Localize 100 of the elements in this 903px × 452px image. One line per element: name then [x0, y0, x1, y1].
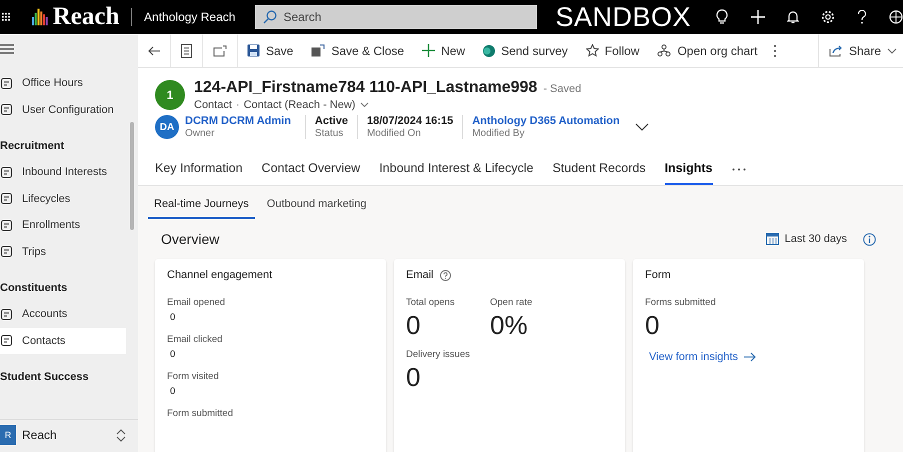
card-title: Email [406, 269, 434, 281]
settings-icon[interactable] [821, 10, 835, 24]
metric-value: 0 [170, 386, 176, 397]
nav-item-icon [0, 76, 13, 90]
arrow-right-icon [744, 352, 756, 362]
org-chart-icon [657, 44, 672, 57]
nav-item-icon [0, 192, 13, 206]
plus-icon [422, 44, 436, 57]
save-status: - Saved [543, 83, 582, 95]
record-avatar: 1 [155, 80, 185, 110]
environment-name[interactable]: Anthology Reach [144, 10, 236, 24]
area-badge: R [0, 425, 16, 445]
tab[interactable]: Contact Overview [262, 153, 360, 185]
separator-dot: · [236, 99, 240, 111]
field-link[interactable]: Anthology D365 Automation [472, 115, 620, 127]
metric-value: 0 [170, 312, 176, 323]
tab[interactable]: Key Information [155, 153, 243, 185]
metric-value: 0 [645, 310, 660, 341]
nav-item-icon [0, 334, 13, 348]
nav-group-heading: Student Success [0, 370, 90, 385]
record-title: 124-API_Firstname784 110-API_Lastname998 [194, 79, 538, 96]
command-button[interactable]: Save [238, 34, 302, 67]
bell-icon[interactable] [787, 10, 799, 24]
metric-label: Form visited [167, 371, 220, 382]
plus-icon[interactable] [751, 10, 765, 24]
nav-item[interactable]: User Configuration [0, 96, 126, 123]
metric-label: Form submitted [167, 408, 234, 419]
info-icon[interactable] [863, 232, 876, 246]
nav-item[interactable]: Contacts [0, 328, 126, 354]
survey-circle-icon [483, 44, 496, 56]
nav-item-icon [0, 245, 13, 258]
command-button[interactable]: New [413, 34, 474, 67]
sub-tab[interactable]: Outbound marketing [260, 194, 372, 219]
area-switcher[interactable]: R Reach [0, 419, 138, 450]
menu-icon[interactable] [0, 44, 14, 54]
document-icon [181, 44, 192, 58]
date-range-button[interactable]: Last 30 days [760, 232, 853, 246]
field-link[interactable]: DCRM DCRM Admin [185, 115, 291, 127]
metric-label: Forms submitted [645, 297, 717, 308]
field-value: Active [314, 115, 348, 127]
share-icon [828, 44, 843, 56]
share-button[interactable]: Share [818, 34, 903, 67]
metric-label: Delivery issues [406, 349, 471, 360]
nav-item[interactable]: Lifecycles [0, 186, 126, 212]
metric-label: Email clicked [167, 334, 224, 345]
field-label: Status [314, 128, 344, 139]
section-title: Overview [161, 231, 220, 247]
field-label: Modified By [472, 128, 526, 139]
view-insights-link[interactable]: View form insights [649, 351, 756, 363]
calendar-icon [766, 233, 779, 245]
metric-value: 0 [170, 349, 176, 360]
back-arrow-icon [148, 46, 160, 56]
tab[interactable]: Inbound Interest & Lifecycle [379, 153, 534, 185]
card-title: Channel engagement [167, 269, 272, 281]
nav-item[interactable]: Office Hours [0, 70, 126, 96]
nav-group-heading: Recruitment [0, 139, 66, 154]
nav-item-icon [0, 308, 13, 321]
nav-item-icon [0, 218, 13, 232]
metric-label: Open rate [490, 297, 534, 308]
chevron-down-icon [360, 102, 370, 108]
more-tabs-icon[interactable] [732, 168, 746, 170]
nav-item-icon [0, 103, 13, 116]
search-field[interactable]: Search [255, 5, 538, 29]
globe-icon[interactable] [889, 10, 903, 24]
metric-value: 0 [406, 310, 422, 341]
form-selector[interactable]: Contact (Reach - New) [244, 99, 370, 111]
save-close-icon [311, 44, 326, 57]
chevron-down-icon[interactable] [634, 123, 649, 131]
command-button[interactable]: Follow [576, 34, 648, 67]
more-options-icon[interactable] [772, 44, 777, 58]
nav-item[interactable]: Inbound Interests [0, 159, 126, 186]
nav-item[interactable]: Enrollments [0, 212, 126, 238]
entity-name: Contact [194, 99, 232, 111]
metric-label: Email opened [167, 297, 226, 308]
nav-group-heading: Constituents [0, 281, 68, 296]
scrollbar[interactable] [130, 122, 134, 230]
chevron-down-icon [887, 48, 897, 54]
command-button[interactable]: Send survey [474, 34, 577, 67]
field-value: 18/07/2024 16:15 [366, 115, 454, 127]
help-icon[interactable] [857, 10, 867, 24]
chevron-up-down-icon [116, 428, 126, 442]
metric-value: 0 [406, 362, 422, 393]
nav-item[interactable]: Accounts [0, 301, 126, 328]
card-title: Form [645, 269, 671, 281]
star-icon [586, 44, 599, 57]
tab[interactable]: Student Records [552, 153, 646, 185]
command-button[interactable]: Open org chart [648, 34, 767, 67]
metric-value: 0% [490, 310, 529, 341]
sandbox-label: SANDBOX [555, 2, 691, 32]
field-label: Modified On [366, 128, 422, 139]
nav-item[interactable]: Trips [0, 238, 126, 265]
field-label: Owner [185, 128, 216, 139]
pop-out-icon [213, 44, 227, 56]
app-launcher-icon[interactable] [2, 11, 10, 23]
lightbulb-icon[interactable] [715, 9, 729, 25]
sub-tab[interactable]: Real-time Journeys [148, 194, 255, 219]
command-button[interactable]: Save & Close [302, 34, 414, 67]
owner-avatar: DA [155, 115, 179, 139]
nav-item-icon [0, 166, 13, 179]
metric-label: Total opens [406, 297, 456, 308]
